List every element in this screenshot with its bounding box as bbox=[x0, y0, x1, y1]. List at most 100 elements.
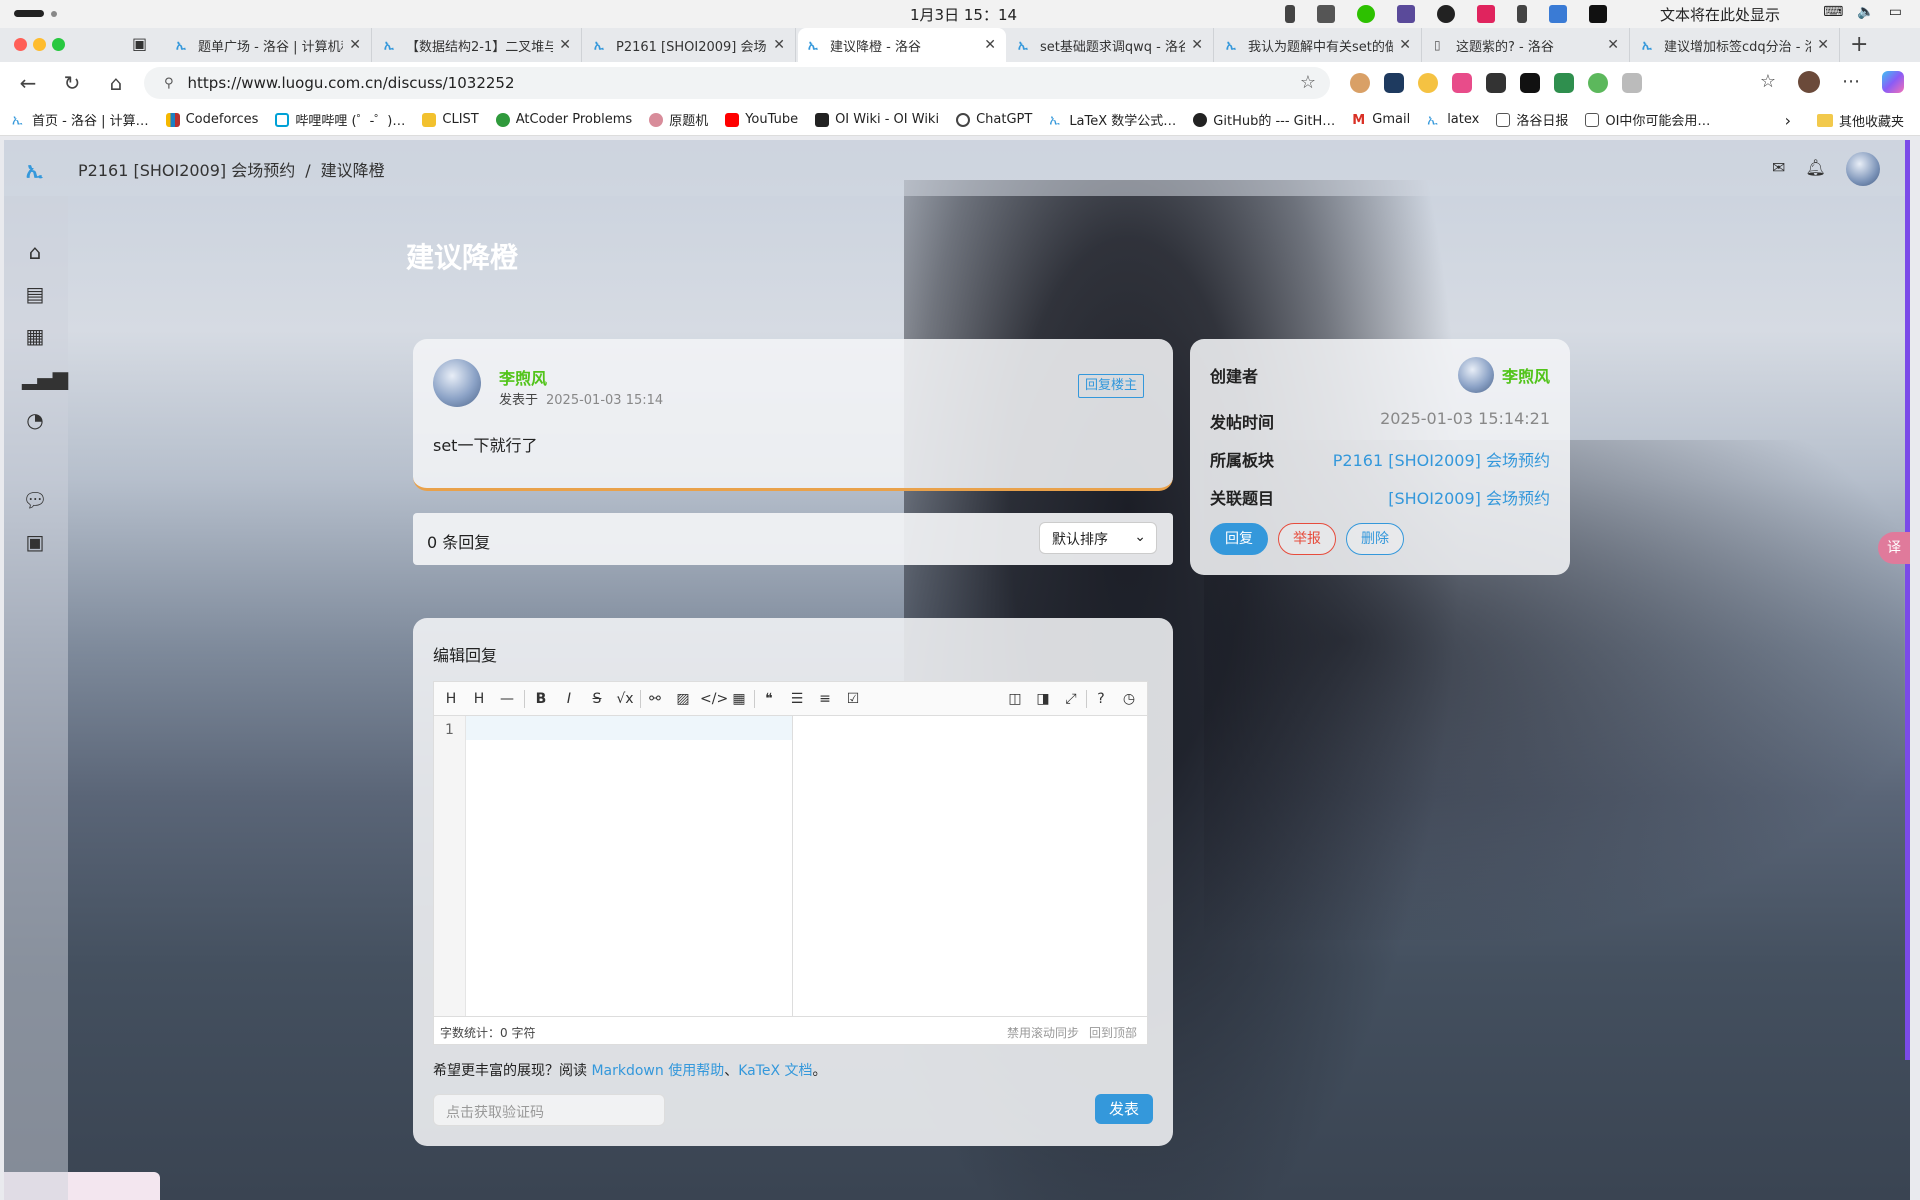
publish-button[interactable]: 发表 bbox=[1095, 1094, 1153, 1124]
extension-icon[interactable] bbox=[1418, 73, 1438, 93]
qq-icon[interactable] bbox=[1437, 5, 1455, 23]
sort-select[interactable]: 默认排序 ⌄ bbox=[1039, 522, 1157, 554]
bullet-list-icon[interactable]: ☰ bbox=[786, 690, 808, 710]
history-icon[interactable]: ◷ bbox=[1118, 690, 1140, 710]
bookmark-item[interactable]: ኢ latex bbox=[1427, 112, 1479, 128]
report-button[interactable]: 举报 bbox=[1278, 523, 1336, 555]
markdown-help-link[interactable]: Markdown 使用帮助 bbox=[591, 1063, 724, 1079]
tab-close-icon[interactable]: ✕ bbox=[984, 37, 996, 53]
italic-icon[interactable]: I bbox=[558, 690, 580, 710]
extension-icon[interactable] bbox=[1588, 73, 1608, 93]
breadcrumb-forum[interactable]: P2161 [SHOI2009] 会场预约 bbox=[78, 161, 295, 180]
tray-app-icon[interactable] bbox=[1477, 5, 1495, 23]
tab-sidebar-icon[interactable]: ▣ bbox=[132, 34, 147, 53]
tab-close-icon[interactable]: ✕ bbox=[1607, 37, 1619, 53]
book-icon[interactable]: ▤ bbox=[22, 282, 48, 308]
bookmark-item[interactable]: GitHub的 --- GitH… bbox=[1193, 110, 1335, 129]
translate-badge[interactable]: 译 bbox=[1878, 532, 1910, 564]
bold-icon[interactable]: B bbox=[530, 690, 552, 710]
bookmark-item[interactable]: 哔哩哔哩 (゜-゜)… bbox=[275, 110, 405, 129]
bookmark-star-icon[interactable]: ☆ bbox=[1300, 72, 1316, 93]
user-avatar[interactable] bbox=[1846, 152, 1880, 186]
home-icon[interactable]: ⌂ bbox=[22, 240, 48, 266]
tray-app-icon[interactable] bbox=[1317, 5, 1335, 23]
tab[interactable]: ኢ set基础题求调qwq - 洛谷 ✕ bbox=[1008, 28, 1214, 62]
help-icon[interactable]: ? bbox=[1090, 690, 1112, 710]
back-to-top-button[interactable]: 回到顶部 bbox=[1089, 1026, 1137, 1040]
scrollbar[interactable] bbox=[1905, 140, 1910, 1060]
tab-close-icon[interactable]: ✕ bbox=[349, 37, 361, 53]
discuss-icon[interactable]: 💬︎ bbox=[22, 488, 48, 514]
bookmark-item[interactable]: ኢ LaTeX 数学公式… bbox=[1049, 110, 1176, 130]
more-menu-icon[interactable]: ⋯ bbox=[1842, 71, 1860, 93]
preview-icon[interactable]: ◨ bbox=[1032, 690, 1054, 710]
bluetooth-icon[interactable] bbox=[1285, 5, 1295, 23]
extension-icon[interactable] bbox=[1554, 73, 1574, 93]
captcha-input[interactable]: 点击获取验证码 bbox=[433, 1094, 665, 1126]
tab-close-icon[interactable]: ✕ bbox=[773, 37, 785, 53]
volume-icon[interactable]: 🔈 bbox=[1857, 4, 1874, 20]
image-icon[interactable]: ▨ bbox=[672, 690, 694, 710]
fullscreen-icon[interactable]: ⤢ bbox=[1060, 690, 1082, 710]
home-icon[interactable]: ⌂ bbox=[104, 71, 128, 95]
tab-close-icon[interactable]: ✕ bbox=[1817, 37, 1829, 53]
tray-app-icon[interactable] bbox=[1549, 5, 1567, 23]
bookmark-item[interactable]: OI中你可能会用… bbox=[1585, 110, 1710, 129]
delete-button[interactable]: 删除 bbox=[1346, 523, 1404, 555]
url-input[interactable]: ⚲ https://www.luogu.com.cn/discuss/10322… bbox=[144, 67, 1330, 99]
problem-link[interactable]: [SHOI2009] 会场预约 bbox=[1388, 485, 1550, 509]
close-window-icon[interactable] bbox=[14, 38, 27, 51]
tab[interactable]: ኢP2161 [SHOI2009] 会场预约✕ bbox=[584, 28, 796, 62]
table-icon[interactable]: ▦ bbox=[728, 690, 750, 710]
bookmark-item[interactable]: OI Wiki - OI Wiki bbox=[815, 112, 939, 127]
reply-op-button[interactable]: 回复楼主 bbox=[1078, 374, 1145, 398]
back-icon[interactable]: ← bbox=[16, 71, 40, 95]
hr-icon[interactable]: — bbox=[496, 690, 518, 710]
ranking-icon[interactable]: ▂▄▆ bbox=[22, 366, 68, 392]
quote-icon[interactable]: ❝ bbox=[758, 690, 780, 710]
author-name[interactable]: 李煦风 bbox=[499, 365, 547, 389]
bookmark-item[interactable]: 原题机 bbox=[649, 110, 708, 129]
scroll-sync-toggle[interactable]: 禁用滚动同步 bbox=[1007, 1026, 1079, 1040]
bookmark-item[interactable]: YouTube bbox=[725, 112, 798, 127]
ordered-list-icon[interactable]: ≡ bbox=[814, 690, 836, 710]
tab-close-icon[interactable]: ✕ bbox=[1191, 37, 1203, 53]
news-icon[interactable]: ▣ bbox=[22, 530, 48, 556]
extension-icon[interactable] bbox=[1452, 73, 1472, 93]
chevron-right-icon[interactable]: › bbox=[1785, 111, 1791, 130]
extension-icon[interactable] bbox=[1350, 73, 1370, 93]
task-list-icon[interactable]: ☑ bbox=[842, 690, 864, 710]
code-icon[interactable]: </> bbox=[700, 690, 728, 710]
clipboard-icon[interactable]: ▦ bbox=[22, 324, 48, 350]
bookmark-item[interactable]: ChatGPT bbox=[956, 112, 1032, 127]
tray-app-icon[interactable] bbox=[1589, 5, 1607, 23]
maximize-window-icon[interactable] bbox=[52, 38, 65, 51]
strikethrough-icon[interactable]: S bbox=[586, 690, 608, 710]
keyboard-icon[interactable]: ⌨ bbox=[1823, 4, 1843, 20]
site-info-icon[interactable]: ⚲ bbox=[164, 76, 174, 91]
tab[interactable]: ኢ 【数据结构2-1】二叉堆与 ✕ bbox=[374, 28, 582, 62]
forum-link[interactable]: P2161 [SHOI2009] 会场预约 bbox=[1333, 447, 1550, 471]
tab-close-icon[interactable]: ✕ bbox=[1399, 37, 1411, 53]
extension-icon[interactable] bbox=[1486, 73, 1506, 93]
katex-doc-link[interactable]: KaTeX 文档 bbox=[738, 1063, 812, 1079]
minimize-window-icon[interactable] bbox=[33, 38, 46, 51]
heading-small-icon[interactable]: H bbox=[468, 690, 490, 710]
mail-icon[interactable]: ✉ bbox=[1772, 158, 1785, 177]
other-bookmarks[interactable]: 其他收藏夹 bbox=[1839, 111, 1904, 130]
luogu-logo-icon[interactable]: ኢ bbox=[26, 158, 42, 182]
bookmark-item[interactable]: 洛谷日报 bbox=[1496, 110, 1568, 129]
bell-icon[interactable]: 🔔︎ bbox=[1805, 158, 1825, 177]
new-tab-icon[interactable]: + bbox=[1850, 32, 1868, 57]
bookmark-item[interactable]: Codeforces bbox=[165, 112, 258, 127]
heading-icon[interactable]: H bbox=[440, 690, 462, 710]
profile-avatar[interactable] bbox=[1798, 71, 1820, 93]
copilot-icon[interactable] bbox=[1882, 71, 1904, 93]
link-icon[interactable]: ⚯ bbox=[644, 690, 666, 710]
author-avatar[interactable] bbox=[433, 359, 481, 407]
tab[interactable]: ኢ题单广场 - 洛谷 | 计算机科学✕ bbox=[166, 28, 372, 62]
tab[interactable]: ▯ 这题紫的? - 洛谷 ✕ bbox=[1424, 28, 1630, 62]
editor-textarea[interactable] bbox=[466, 716, 792, 740]
bookmark-item[interactable]: AtCoder Problems bbox=[495, 112, 632, 127]
bookmark-item[interactable]: M Gmail bbox=[1352, 112, 1410, 128]
